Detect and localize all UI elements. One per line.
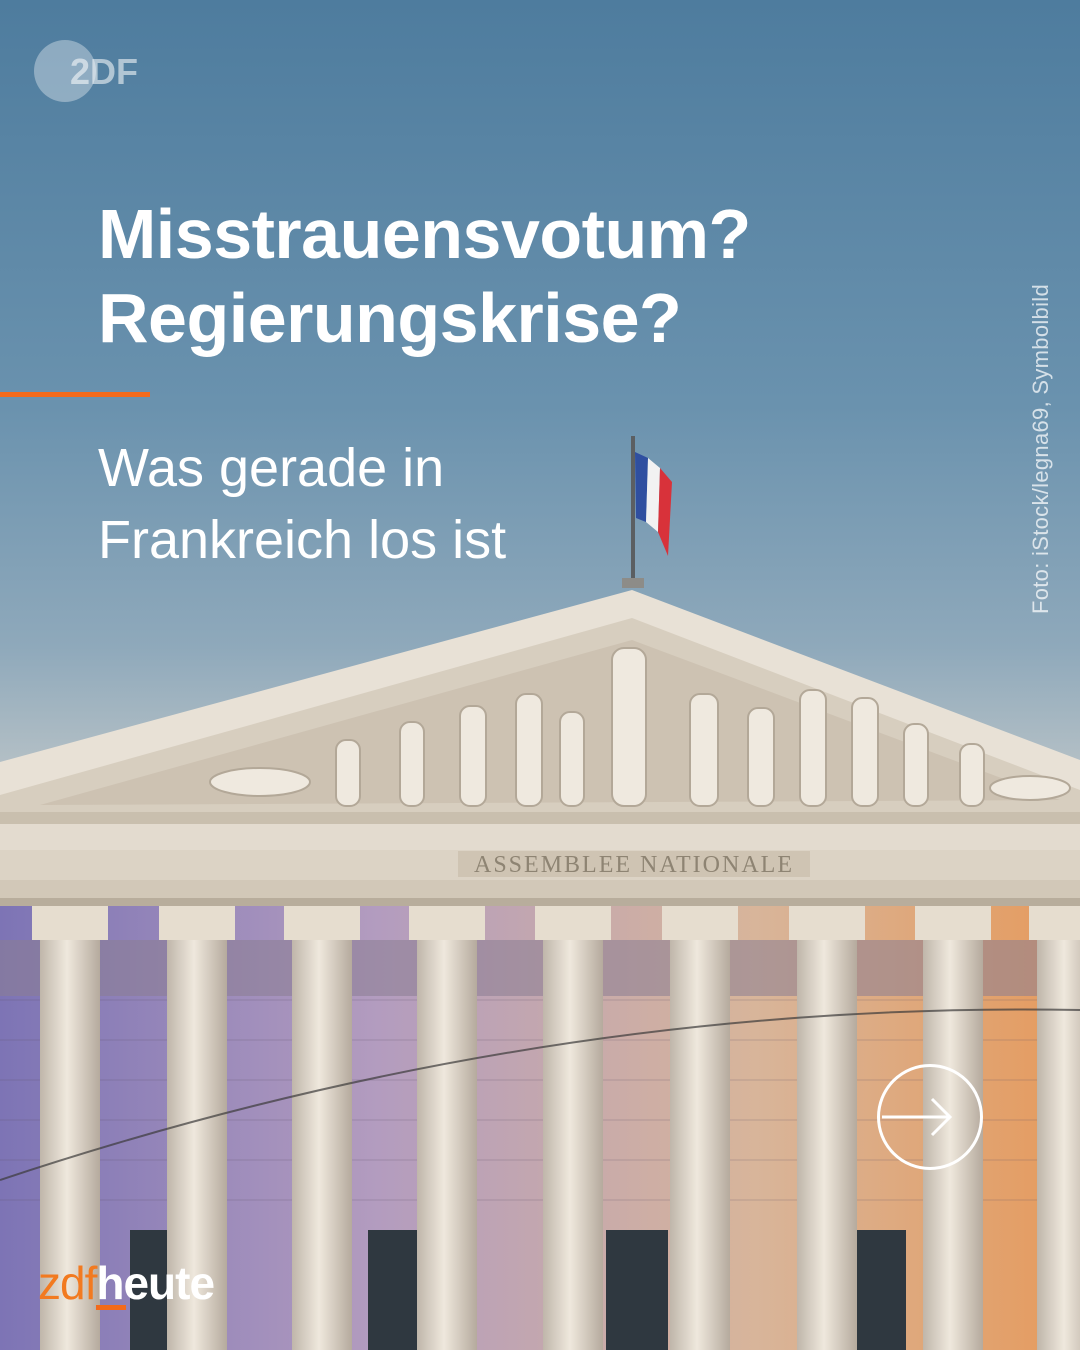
building-inscription: ASSEMBLEE NATIONALE (474, 852, 794, 878)
brand-underline (96, 1305, 127, 1310)
zdfheute-logo: zdfheute (38, 1257, 215, 1310)
headline: Misstrauensvotum? Regierungskrise? (98, 192, 751, 360)
photo-credit: Foto: iStock/legna69, Symbolbild (1028, 284, 1053, 614)
headline-line-1: Misstrauensvotum? (98, 195, 751, 273)
accent-divider (0, 392, 150, 397)
brand-zdf: zdf (38, 1257, 97, 1309)
next-slide-button[interactable] (877, 1064, 983, 1170)
subline-line-1: Was gerade in (98, 438, 445, 498)
social-post-card: ASSEMBLEE NATIONALE 2DF Misstrauensvotum… (0, 0, 1080, 1350)
zdf-logo: 2DF (34, 40, 138, 102)
subline: Was gerade in Frankreich los ist (98, 432, 506, 576)
brand-heute-text: heute (96, 1257, 215, 1309)
headline-line-2: Regierungskrise? (98, 279, 682, 357)
subline-line-2: Frankreich los ist (98, 510, 507, 570)
zdf-logo-text: 2DF (70, 51, 138, 92)
french-flag-icon (622, 436, 672, 588)
brand-heute: heute (96, 1257, 215, 1310)
arrow-right-circle-icon (882, 1097, 953, 1137)
